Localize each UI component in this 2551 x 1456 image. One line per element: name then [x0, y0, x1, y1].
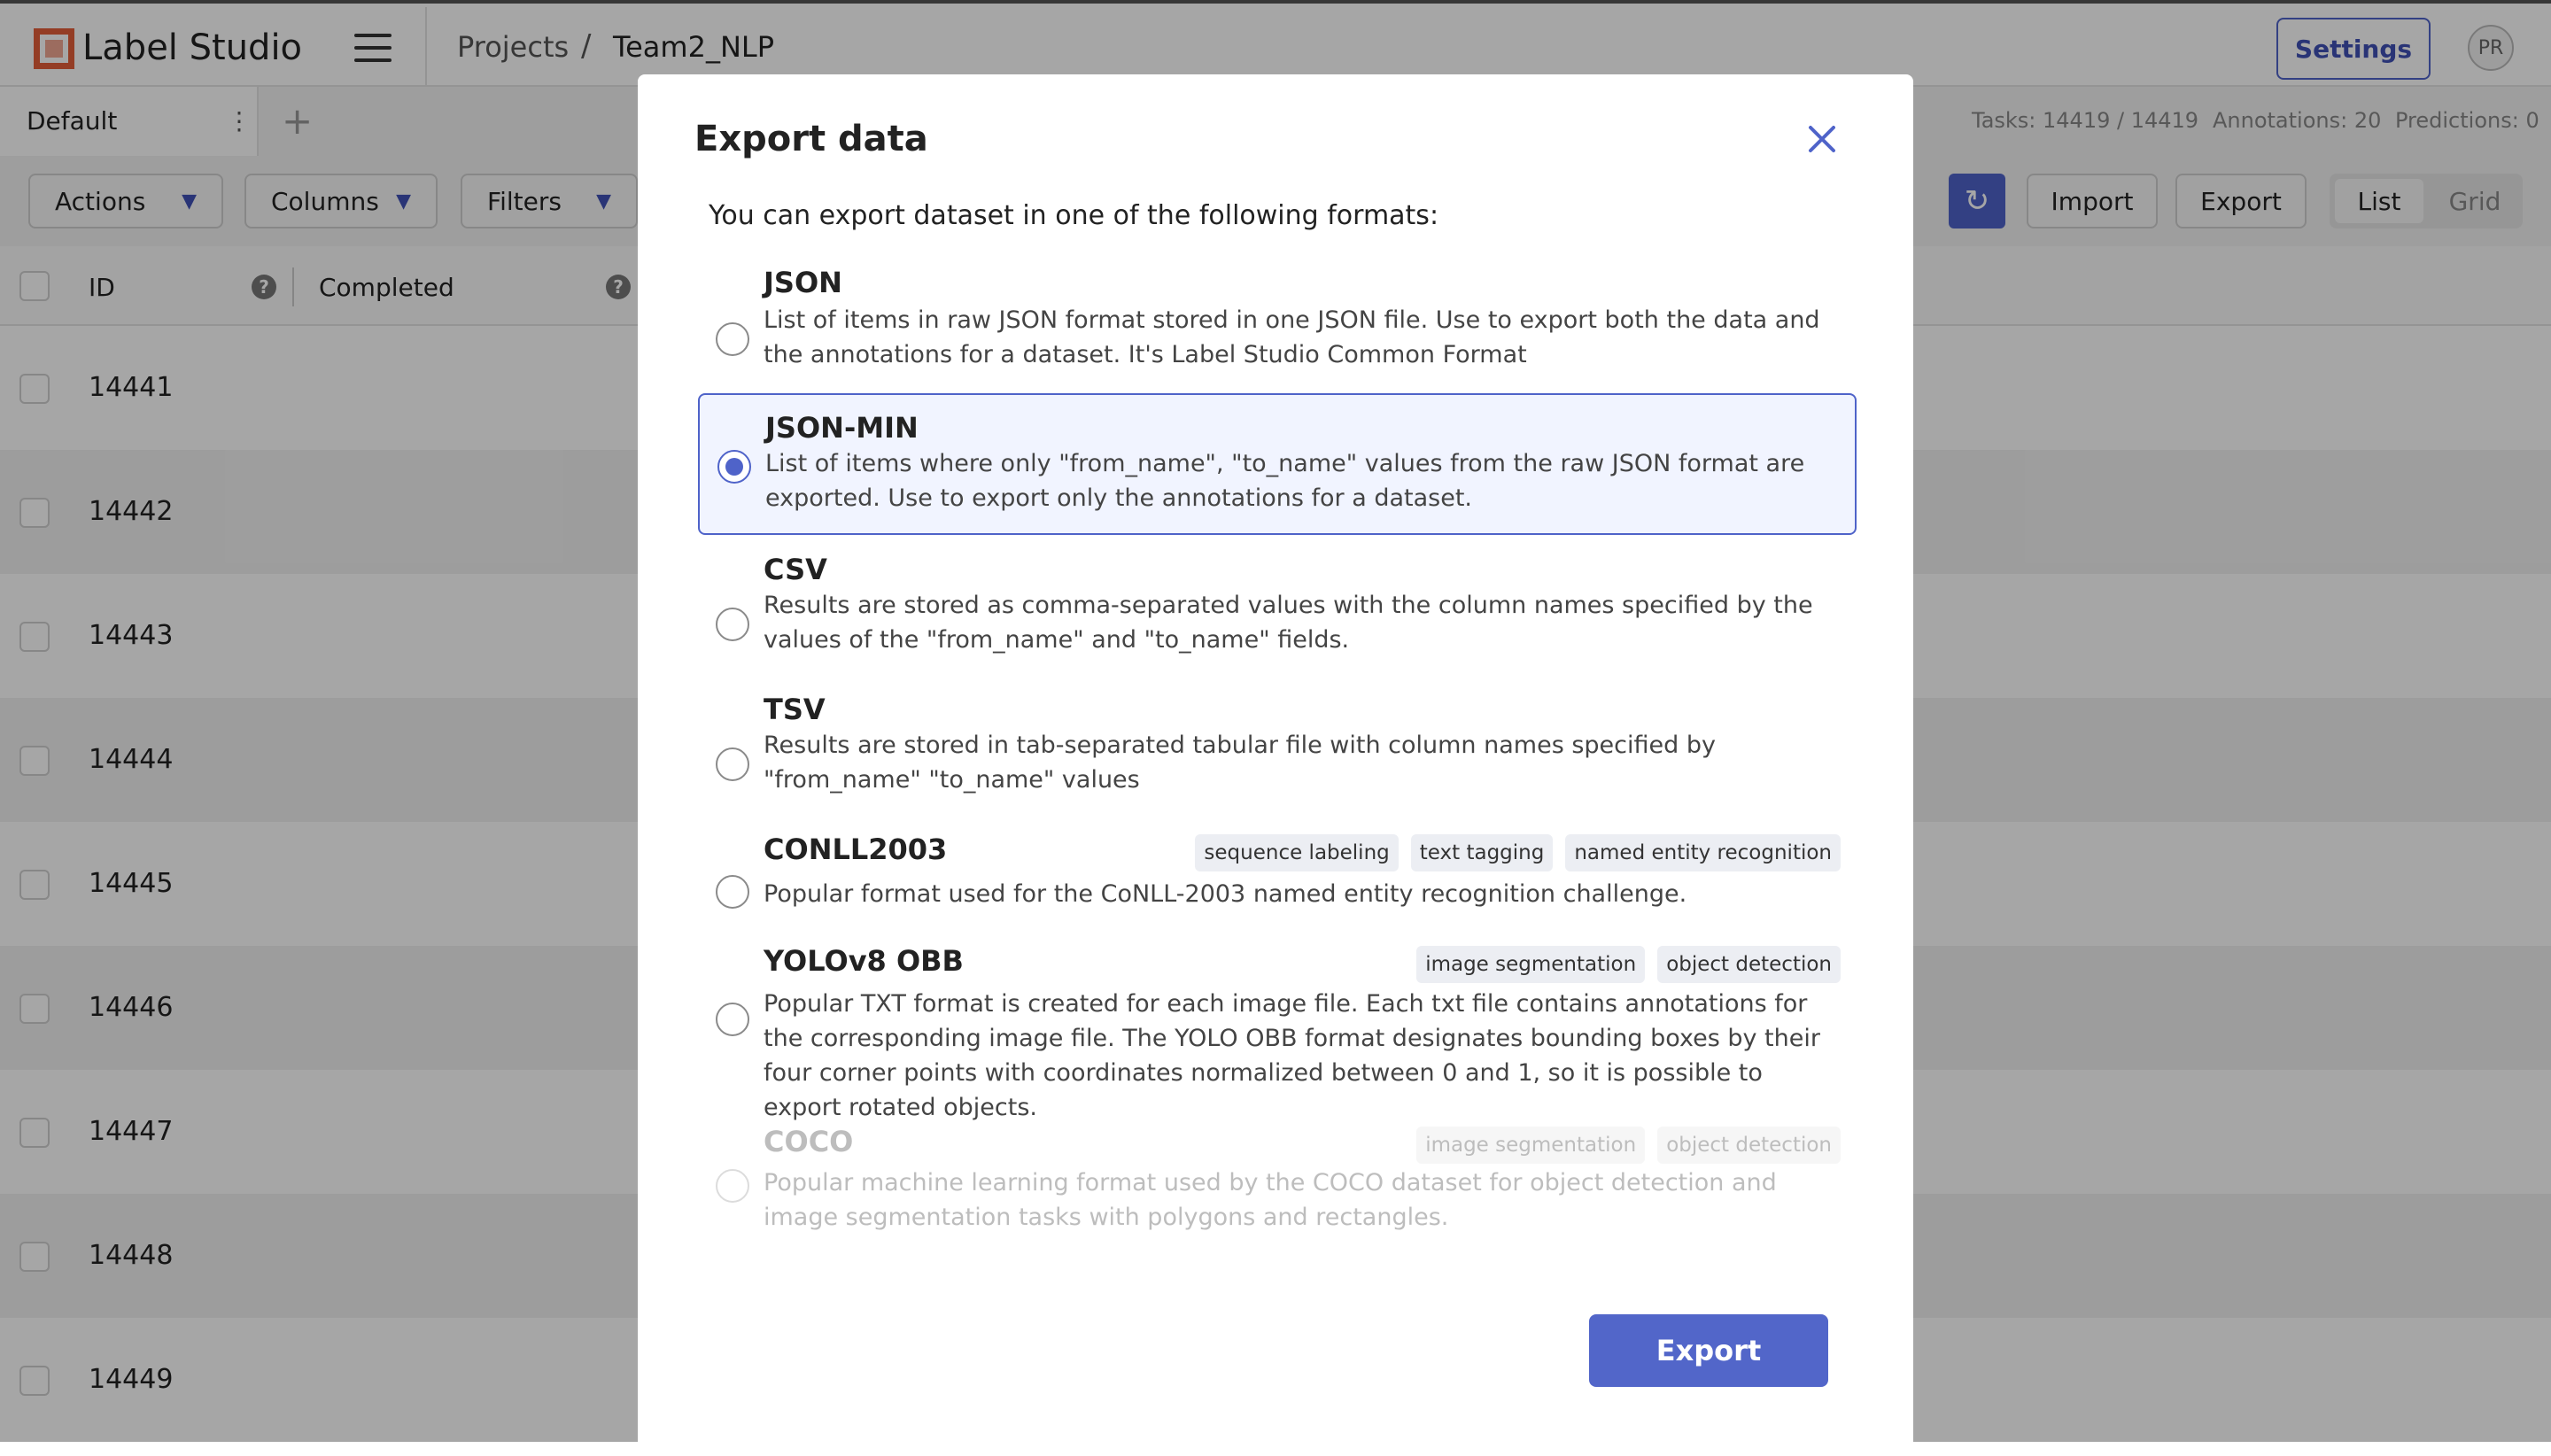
format-option-coco: COCO image segmentation object detection…	[698, 1125, 1857, 1240]
tag: named entity recognition	[1565, 834, 1841, 871]
format-option-conll2003[interactable]: CONLL2003 sequence labeling text tagging…	[698, 833, 1857, 921]
format-tags: sequence labeling text tagging named ent…	[1195, 834, 1841, 871]
format-tags: image segmentation object detection	[1416, 946, 1841, 983]
format-title: CONLL2003	[764, 833, 948, 866]
tag: text tagging	[1410, 834, 1554, 871]
format-radio-tsv[interactable]	[716, 747, 749, 781]
format-description: Results are stored in tab-separated tabu…	[764, 732, 1716, 794]
format-title: CSV	[764, 553, 827, 586]
format-radio-json-min[interactable]	[717, 450, 751, 484]
format-title: YOLOv8 OBB	[764, 944, 964, 978]
export-intro-text: You can export dataset in one of the fol…	[709, 200, 1439, 231]
format-description: Popular TXT format is created for each i…	[764, 990, 1820, 1121]
format-radio-csv[interactable]	[716, 608, 749, 641]
format-title: TSV	[764, 693, 826, 726]
tag: image segmentation	[1416, 1127, 1646, 1164]
tag: object detection	[1657, 1127, 1841, 1164]
format-description: List of items where only "from_name", "t…	[765, 450, 1805, 512]
close-icon[interactable]	[1800, 117, 1844, 161]
format-title: JSON-MIN	[765, 411, 919, 445]
export-modal: Export data You can export dataset in on…	[638, 74, 1913, 1456]
format-option-json[interactable]: JSON List of items in raw JSON format st…	[698, 266, 1857, 376]
format-option-csv[interactable]: CSV Results are stored as comma-separate…	[698, 553, 1857, 666]
tag: object detection	[1657, 946, 1841, 983]
format-tags: image segmentation object detection	[1416, 1127, 1841, 1164]
format-radio-coco	[716, 1169, 749, 1203]
format-option-tsv[interactable]: TSV Results are stored in tab-separated …	[698, 693, 1857, 806]
tag: image segmentation	[1416, 946, 1646, 983]
format-radio-conll2003[interactable]	[716, 875, 749, 909]
format-description: Popular format used for the CoNLL-2003 n…	[764, 880, 1687, 908]
format-title: JSON	[764, 266, 842, 299]
format-radio-yolov8-obb[interactable]	[716, 1003, 749, 1036]
modal-title: Export data	[694, 119, 928, 159]
export-button[interactable]: Export	[1589, 1314, 1828, 1387]
format-description: Results are stored as comma-separated va…	[764, 592, 1813, 654]
format-option-json-min[interactable]: JSON-MIN List of items where only "from_…	[698, 393, 1857, 535]
format-radio-json[interactable]	[716, 322, 749, 356]
format-title: COCO	[764, 1125, 854, 1158]
format-description: List of items in raw JSON format stored …	[764, 306, 1820, 368]
tag: sequence labeling	[1195, 834, 1399, 871]
format-option-yolov8-obb[interactable]: YOLOv8 OBB image segmentation object det…	[698, 944, 1857, 1121]
format-description: Popular machine learning format used by …	[764, 1169, 1777, 1231]
